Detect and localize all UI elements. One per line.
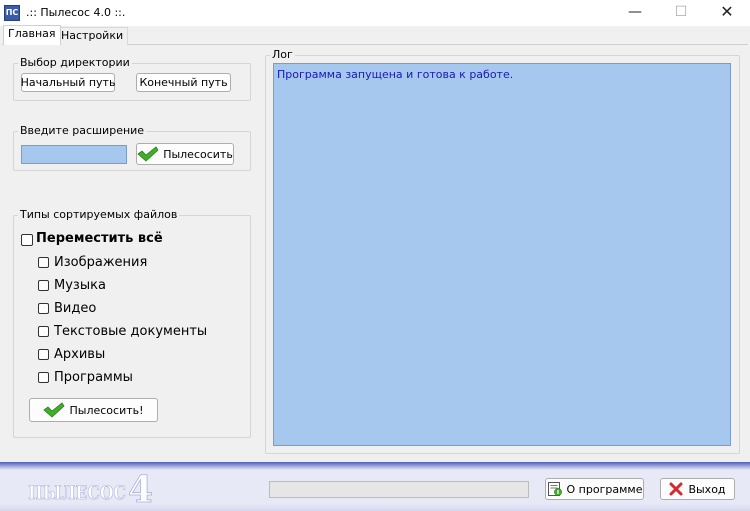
- vacuum-extension-button[interactable]: Пылесосить: [136, 143, 234, 165]
- vacuum-extension-button-label: Пылесосить: [163, 147, 233, 161]
- close-button[interactable]: ✕: [704, 0, 750, 26]
- svg-text:4: 4: [128, 469, 153, 508]
- end-path-button[interactable]: Конечный путь: [136, 73, 231, 92]
- move-all-label: Переместить всё: [36, 231, 163, 246]
- start-path-button-label: Начальный путь: [20, 76, 116, 89]
- tab-main[interactable]: Главная: [3, 25, 61, 45]
- text-documents-label: Текстовые документы: [54, 324, 208, 339]
- progress-bar: [269, 481, 529, 498]
- app-icon: ПС: [4, 5, 20, 21]
- music-label: Музыка: [54, 278, 106, 293]
- log-line: Программа запущена и готова к работе.: [277, 68, 514, 81]
- window-title: .:: Пылесос 4.0 ::.: [26, 6, 126, 19]
- programs-checkbox[interactable]: [38, 372, 49, 383]
- about-button-label: О программе: [566, 482, 643, 496]
- maximize-button[interactable]: ☐: [658, 0, 704, 26]
- about-button[interactable]: О программе: [545, 478, 644, 500]
- svg-text:ПЫЛЕСОС: ПЫЛЕСОС: [28, 482, 126, 504]
- archives-label: Архивы: [54, 347, 106, 362]
- log-textbox[interactable]: Программа запущена и готова к работе.: [273, 63, 731, 446]
- exit-x-icon: [669, 482, 683, 496]
- extension-input[interactable]: [21, 145, 127, 164]
- minimize-button[interactable]: —: [612, 0, 658, 26]
- tab-settings[interactable]: Настройки: [56, 27, 129, 45]
- archives-checkbox[interactable]: [38, 349, 49, 360]
- vacuum-files-button-label: Пылесосить!: [69, 403, 144, 417]
- directory-group-legend: Выбор директории: [18, 56, 132, 69]
- text-documents-checkbox[interactable]: [38, 326, 49, 337]
- about-icon: [547, 482, 562, 496]
- start-path-button[interactable]: Начальный путь: [21, 73, 115, 92]
- app-logo: ПЫЛЕСОС 4: [28, 469, 153, 508]
- end-path-button-label: Конечный путь: [139, 76, 228, 89]
- checkmark-icon: [43, 402, 66, 418]
- exit-button[interactable]: Выход: [660, 478, 735, 500]
- programs-label: Программы: [54, 370, 133, 385]
- extension-group-legend: Введите расширение: [18, 124, 147, 137]
- log-group-legend: Лог: [270, 48, 295, 61]
- video-label: Видео: [54, 301, 97, 316]
- images-checkbox[interactable]: [38, 257, 49, 268]
- file-types-group-legend: Типы сортируемых файлов: [18, 208, 180, 221]
- music-checkbox[interactable]: [38, 280, 49, 291]
- exit-button-label: Выход: [688, 482, 726, 496]
- images-label: Изображения: [54, 255, 148, 270]
- vacuum-files-button[interactable]: Пылесосить!: [29, 398, 158, 422]
- move-all-checkbox[interactable]: [21, 234, 33, 246]
- checkmark-icon: [137, 146, 159, 162]
- video-checkbox[interactable]: [38, 303, 49, 314]
